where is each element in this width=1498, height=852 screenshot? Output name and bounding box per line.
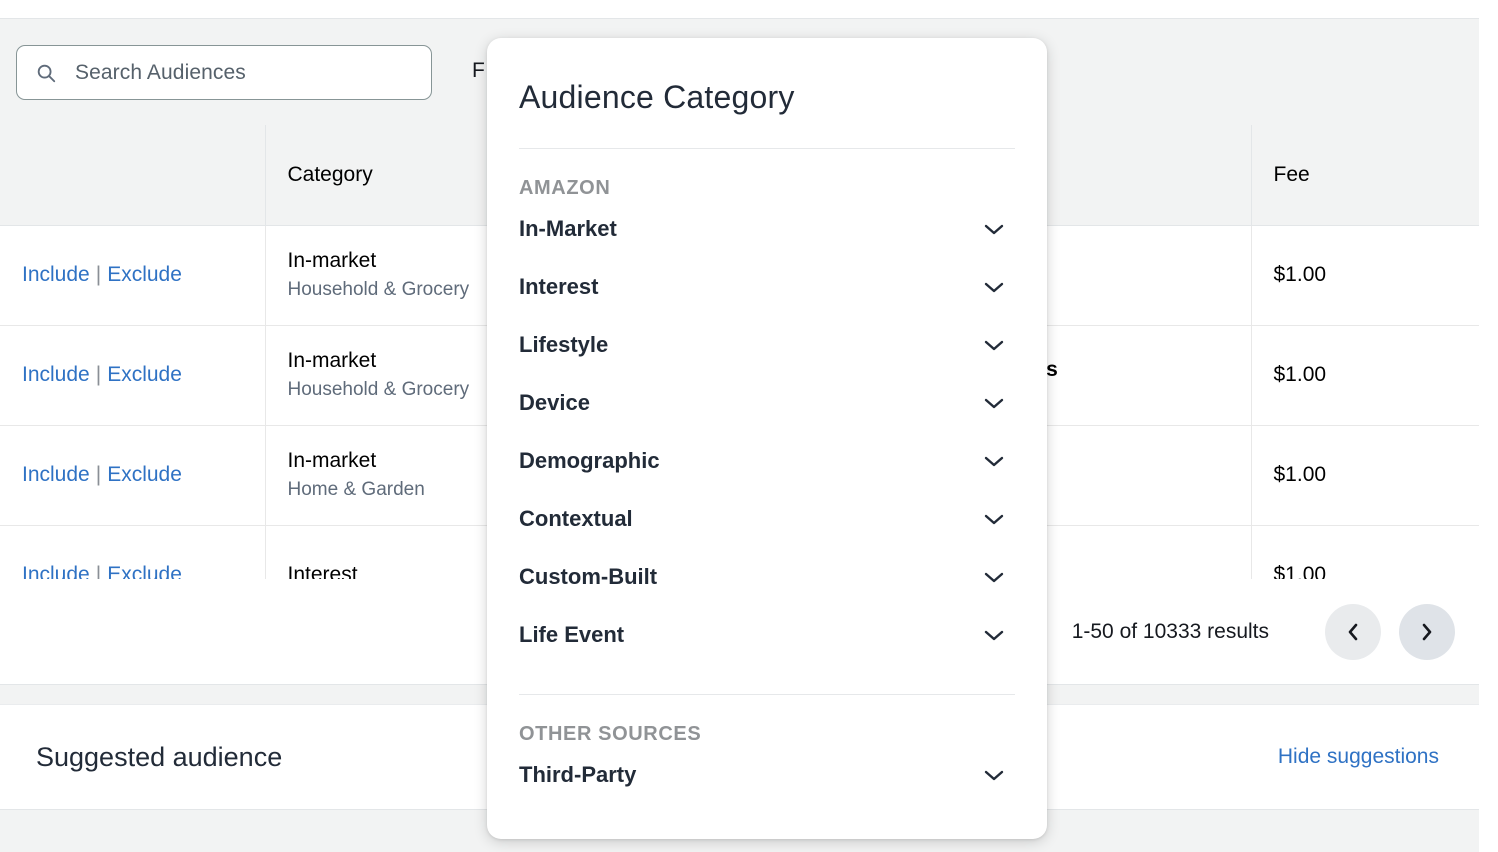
action-separator: | <box>95 463 102 486</box>
search-input[interactable]: Search Audiences <box>16 45 432 100</box>
chevron-down-icon <box>984 456 1004 467</box>
column-header-fee: Fee <box>1251 125 1479 226</box>
cell-action: Include | Exclude <box>0 525 266 579</box>
include-link[interactable]: Include <box>22 463 90 486</box>
category-option-third-party[interactable]: Third-Party <box>519 746 1015 804</box>
chevron-down-icon <box>984 398 1004 409</box>
previous-page-button[interactable] <box>1325 603 1381 660</box>
option-label: Third-Party <box>519 762 637 787</box>
exclude-link[interactable]: Exclude <box>107 263 182 286</box>
chevron-down-icon <box>984 630 1004 641</box>
suggested-audience-title: Suggested audience <box>36 741 283 772</box>
chevron-left-icon <box>1348 623 1358 640</box>
search-placeholder: Search Audiences <box>75 60 246 84</box>
chevron-down-icon <box>984 572 1004 583</box>
category-option-demographic[interactable]: Demographic <box>519 432 1015 490</box>
audience-category-modal: Audience Category AMAZON In-Market Inter… <box>487 38 1047 839</box>
cell-fee: $1.00 <box>1251 325 1479 426</box>
option-label: Custom-Built <box>519 564 658 589</box>
cell-action: Include | Exclude <box>0 425 266 526</box>
chevron-right-icon <box>1422 623 1432 640</box>
option-label: Device <box>519 390 590 415</box>
action-separator: | <box>95 263 102 286</box>
chevron-down-icon <box>984 514 1004 525</box>
next-page-button[interactable] <box>1399 603 1455 660</box>
group-label-other-sources: OTHER SOURCES <box>519 723 702 745</box>
exclude-link[interactable]: Exclude <box>107 463 182 486</box>
include-link[interactable]: Include <box>22 563 90 579</box>
cell-action: Include | Exclude <box>0 225 266 326</box>
option-label: Lifestyle <box>519 332 609 357</box>
option-label: Contextual <box>519 506 633 531</box>
amazon-option-list: In-Market Interest Lifestyle Device Demo… <box>487 200 1047 664</box>
category-option-contextual[interactable]: Contextual <box>519 490 1015 548</box>
cell-fee: $1.00 <box>1251 525 1479 579</box>
fee-value: $1.00 <box>1273 563 1327 579</box>
fee-value: $1.00 <box>1273 263 1327 286</box>
category-option-life-event[interactable]: Life Event <box>519 606 1015 664</box>
action-separator: | <box>95 363 102 386</box>
exclude-link[interactable]: Exclude <box>107 563 182 579</box>
app-root: Search Audiences F Category Fee Include … <box>0 0 1498 852</box>
option-label: Demographic <box>519 448 660 473</box>
action-separator: | <box>95 563 102 579</box>
cell-fee: $1.00 <box>1251 425 1479 526</box>
results-count: 1-50 of 10333 results <box>1071 619 1269 643</box>
category-option-interest[interactable]: Interest <box>519 258 1015 316</box>
chevron-down-icon <box>984 340 1004 351</box>
option-label: Interest <box>519 274 599 299</box>
category-option-in-market[interactable]: In-Market <box>519 200 1015 258</box>
include-link[interactable]: Include <box>22 363 90 386</box>
include-link[interactable]: Include <box>22 263 90 286</box>
column-header-action <box>0 125 266 226</box>
exclude-link[interactable]: Exclude <box>107 363 182 386</box>
chevron-down-icon <box>984 224 1004 235</box>
hide-suggestions-link[interactable]: Hide suggestions <box>1278 745 1439 769</box>
fee-value: $1.00 <box>1273 463 1327 486</box>
cell-fee: $1.00 <box>1251 225 1479 326</box>
chevron-down-icon <box>984 282 1004 293</box>
category-option-custom-built[interactable]: Custom-Built <box>519 548 1015 606</box>
chevron-down-icon <box>984 770 1004 781</box>
option-label: In-Market <box>519 216 617 241</box>
option-label: Life Event <box>519 622 625 647</box>
fee-value: $1.00 <box>1273 363 1327 386</box>
cell-action: Include | Exclude <box>0 325 266 426</box>
modal-title: Audience Category <box>519 79 795 115</box>
category-option-lifestyle[interactable]: Lifestyle <box>519 316 1015 374</box>
other-sources-option-list: Third-Party <box>487 746 1047 804</box>
category-option-device[interactable]: Device <box>519 374 1015 432</box>
group-label-amazon: AMAZON <box>519 177 611 199</box>
search-icon <box>37 64 56 82</box>
